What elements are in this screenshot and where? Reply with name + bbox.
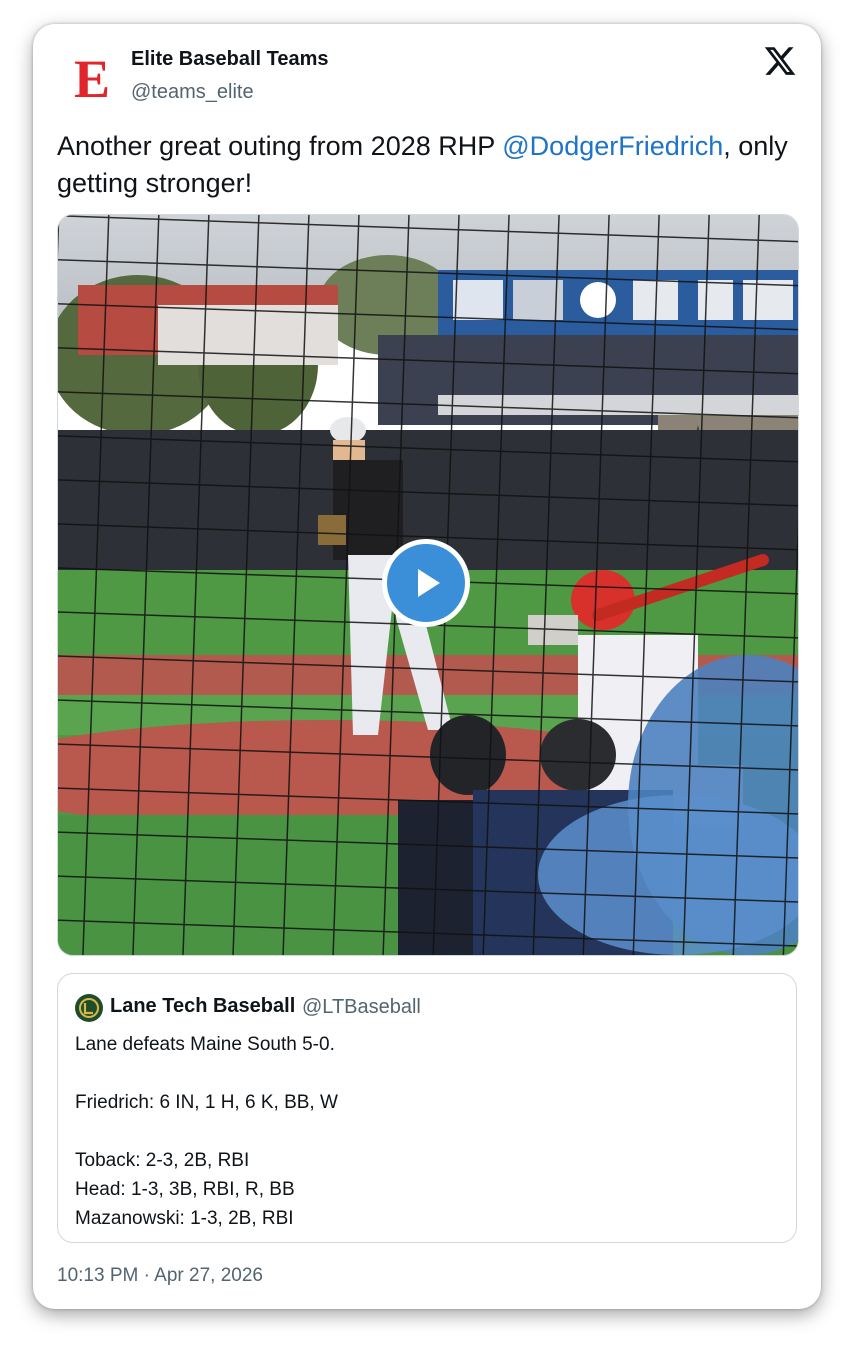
quoted-line: Head: 1-3, 3B, RBI, R, BB bbox=[75, 1179, 295, 1200]
video-player[interactable] bbox=[57, 214, 799, 956]
quoted-avatar[interactable] bbox=[75, 994, 103, 1022]
tweet-timestamp[interactable]: 10:13 PM · Apr 27, 2026 bbox=[57, 1265, 263, 1287]
quoted-tweet-text: Lane defeats Maine South 5-0. Friedrich:… bbox=[75, 1030, 775, 1233]
x-logo-icon[interactable] bbox=[763, 44, 797, 78]
quoted-line bbox=[75, 1117, 775, 1146]
play-icon bbox=[418, 569, 440, 597]
author-handle[interactable]: @teams_elite bbox=[131, 81, 254, 104]
quoted-author-handle[interactable]: @LTBaseball bbox=[302, 996, 421, 1019]
quoted-line bbox=[75, 1059, 775, 1088]
mention-link[interactable]: @DodgerFriedrich bbox=[502, 131, 723, 161]
quoted-line: Friedrich: 6 IN, 1 H, 6 K, BB, W bbox=[75, 1092, 338, 1113]
quoted-line: Toback: 2-3, 2B, RBI bbox=[75, 1150, 250, 1171]
tweet-text: Another great outing from 2028 RHP @Dodg… bbox=[57, 128, 797, 202]
play-button[interactable] bbox=[382, 539, 470, 627]
quoted-tweet[interactable]: Lane Tech Baseball @LTBaseball Lane defe… bbox=[57, 973, 797, 1243]
lane-tech-logo-icon bbox=[76, 995, 102, 1021]
quoted-line: Mazanowski: 1-3, 2B, RBI bbox=[75, 1208, 294, 1229]
quoted-line: Lane defeats Maine South 5-0. bbox=[75, 1034, 335, 1055]
quoted-author-name[interactable]: Lane Tech Baseball bbox=[110, 995, 295, 1018]
author-name[interactable]: Elite Baseball Teams bbox=[131, 48, 329, 71]
tweet-card: E Elite Baseball Teams @teams_elite Anot… bbox=[33, 24, 821, 1309]
author-avatar[interactable]: E bbox=[71, 52, 113, 106]
tweet-text-before: Another great outing from 2028 RHP bbox=[57, 131, 503, 161]
